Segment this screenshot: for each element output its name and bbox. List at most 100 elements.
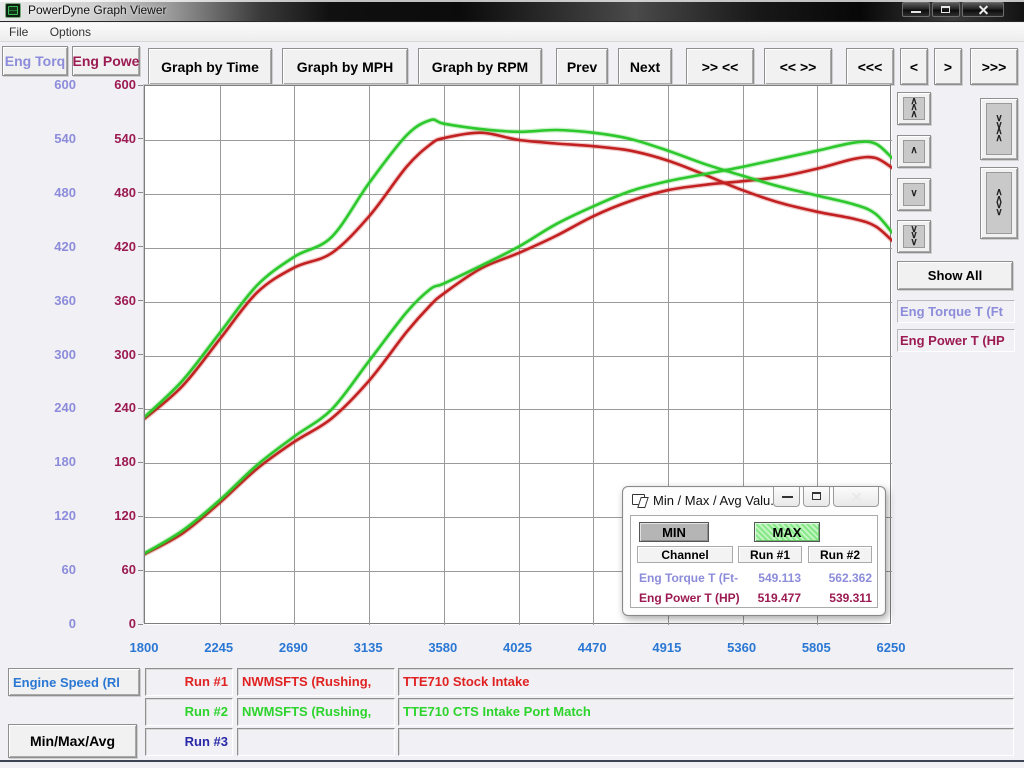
app-icon: [5, 3, 21, 18]
rpm-axis-tick-2245: 2245: [189, 640, 249, 655]
minmax-avg-button[interactable]: Min/Max/Avg: [8, 724, 137, 758]
scroll-up-fast-button[interactable]: ∧∧∧: [897, 92, 931, 125]
toolbar-button-[interactable]: >>>: [970, 48, 1018, 85]
y-tick-mark: [138, 85, 143, 86]
run2-name-field[interactable]: NWMSFTS (Rushing,: [237, 698, 395, 726]
dialog-maximize-button[interactable]: [803, 487, 830, 507]
legend-eng-power[interactable]: Eng Power T (HP: [897, 329, 1015, 352]
tab-eng-power[interactable]: Eng Powe: [72, 46, 140, 76]
power-axis-tick-0: 0: [94, 616, 136, 631]
minmax-dialog: Min / Max / Avg Valu... MIN MAX Channel …: [622, 486, 886, 616]
app-window: PowerDyne Graph Viewer File Options Eng …: [0, 0, 1024, 768]
minmax-channel-torque: Eng Torque T (Ft-: [639, 571, 747, 585]
scroll-down-fast-button[interactable]: ∨∨∨: [897, 220, 931, 253]
toolbar-button-next[interactable]: Next: [618, 48, 672, 85]
close-button[interactable]: [962, 2, 1004, 17]
power-axis-tick-180: 180: [94, 454, 136, 469]
rpm-axis-tick-5805: 5805: [786, 640, 846, 655]
torque-axis-tick-300: 300: [34, 347, 76, 362]
torque-axis-tick-360: 360: [34, 293, 76, 308]
dialog-minimize-icon: [782, 496, 793, 498]
torque-axis-tick-540: 540: [34, 131, 76, 146]
scroll-up-icon: ∧: [903, 140, 925, 163]
toolbar-button-graph-by-time[interactable]: Graph by Time: [148, 48, 272, 85]
torque-axis-tick-240: 240: [34, 400, 76, 415]
torque-axis-tick-600: 600: [34, 77, 76, 92]
x-axis-channel-button[interactable]: Engine Speed (Rl: [8, 668, 140, 696]
y-tick-mark: [138, 354, 143, 355]
minmax-torque-run1-value: 549.113: [741, 571, 801, 585]
dialog-close-icon: [851, 492, 862, 503]
maximize-button[interactable]: [932, 2, 960, 17]
toolbar-button-[interactable]: >: [934, 48, 962, 85]
toolbar-button-prev[interactable]: Prev: [556, 48, 608, 85]
rpm-axis-tick-4915: 4915: [637, 640, 697, 655]
scroll-down-fast-icon: ∨∨∨: [903, 225, 925, 248]
max-toggle-button[interactable]: MAX: [754, 522, 820, 542]
power-axis-tick-540: 540: [94, 131, 136, 146]
torque-axis-tick-420: 420: [34, 239, 76, 254]
run3-name-field[interactable]: [237, 728, 395, 756]
rpm-axis-tick-3135: 3135: [338, 640, 398, 655]
show-all-button[interactable]: Show All: [897, 261, 1013, 290]
minmax-power-run1-value: 519.477: [741, 591, 801, 605]
column-header-run1[interactable]: Run #1: [738, 546, 802, 563]
toolbar-button-[interactable]: << >>: [764, 48, 832, 85]
run3-label-field[interactable]: Run #3: [145, 728, 233, 756]
minmax-dialog-titlebar[interactable]: Min / Max / Avg Valu...: [623, 487, 885, 513]
dialog-maximize-icon: [812, 492, 821, 500]
run2-label-field[interactable]: Run #2: [145, 698, 233, 726]
minmax-torque-run2-value: 562.362: [812, 571, 872, 585]
rpm-axis-tick-6250: 6250: [861, 640, 921, 655]
run3-description-field[interactable]: [398, 728, 1014, 756]
y-tick-mark: [138, 300, 143, 301]
run1-description-field[interactable]: TTE710 Stock Intake: [398, 668, 1014, 696]
toolbar-button-graph-by-mph[interactable]: Graph by MPH: [282, 48, 408, 85]
power-axis-tick-360: 360: [94, 293, 136, 308]
run1-name-field[interactable]: NWMSFTS (Rushing,: [237, 668, 395, 696]
y-tick-mark: [138, 408, 143, 409]
toolbar-button-[interactable]: <<<: [846, 48, 894, 85]
run1-label-field[interactable]: Run #1: [145, 668, 233, 696]
torque-axis-tick-120: 120: [34, 508, 76, 523]
power-axis-tick-300: 300: [94, 347, 136, 362]
min-toggle-button[interactable]: MIN: [639, 522, 709, 542]
rpm-axis-tick-5360: 5360: [712, 640, 772, 655]
curve-run-2-torque-tte710-cts-intake-port-match: [145, 120, 892, 417]
power-axis-tick-420: 420: [94, 239, 136, 254]
zoom-out-vertical-icon: ∧∧∨∨: [986, 172, 1012, 234]
window-title: PowerDyne Graph Viewer: [28, 3, 167, 17]
minimize-icon: [911, 11, 921, 13]
torque-axis-tick-480: 480: [34, 185, 76, 200]
title-bar[interactable]: PowerDyne Graph Viewer: [0, 0, 1024, 22]
toolbar-button-[interactable]: >> <<: [686, 48, 754, 85]
dialog-icon: [632, 494, 645, 505]
legend-eng-torque[interactable]: Eng Torque T (Ft: [897, 300, 1015, 323]
scroll-down-button[interactable]: ∨: [897, 178, 931, 211]
curve-run-2-torque-tte710-cts-intake-port-match: [145, 120, 892, 417]
power-axis-tick-240: 240: [94, 400, 136, 415]
scroll-up-button[interactable]: ∧: [897, 135, 931, 168]
rpm-axis-tick-2690: 2690: [263, 640, 323, 655]
scroll-up-fast-icon: ∧∧∧: [903, 97, 925, 120]
toolbar-button-[interactable]: <: [900, 48, 928, 85]
column-header-run2[interactable]: Run #2: [808, 546, 872, 563]
minimize-button[interactable]: [902, 2, 930, 17]
column-header-channel[interactable]: Channel: [637, 546, 733, 563]
power-axis-tick-600: 600: [94, 77, 136, 92]
run2-description-field[interactable]: TTE710 CTS Intake Port Match: [398, 698, 1014, 726]
y-tick-mark: [138, 192, 143, 193]
dialog-close-button[interactable]: [833, 487, 879, 507]
zoom-out-vertical-button[interactable]: ∧∧∨∨: [980, 167, 1018, 239]
zoom-in-vertical-button[interactable]: ∨∨∧∧: [980, 98, 1018, 160]
y-tick-mark: [138, 624, 143, 625]
scroll-down-icon: ∨: [903, 183, 925, 206]
toolbar-button-graph-by-rpm[interactable]: Graph by RPM: [418, 48, 542, 85]
minmax-channel-power: Eng Power T (HP): [639, 591, 747, 605]
menu-options[interactable]: Options: [41, 23, 100, 41]
tab-eng-torque[interactable]: Eng Torq: [2, 46, 68, 76]
dialog-minimize-button[interactable]: [773, 487, 800, 507]
menu-file[interactable]: File: [0, 23, 37, 41]
y-tick-mark: [138, 516, 143, 517]
power-axis-tick-480: 480: [94, 185, 136, 200]
